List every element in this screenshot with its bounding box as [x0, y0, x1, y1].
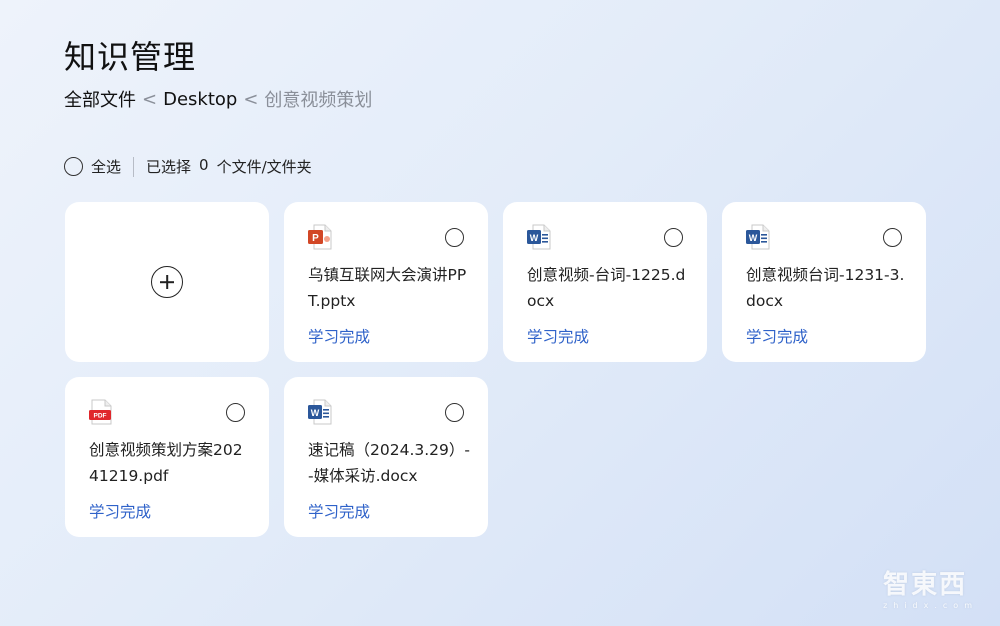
- selected-count-info: 已选择 0 个文件/文件夹: [146, 156, 312, 177]
- ppt-icon: P: [308, 224, 332, 250]
- pdf-icon: PDF: [89, 399, 112, 425]
- selection-bar: 全选 已选择 0 个文件/文件夹: [64, 156, 312, 177]
- divider: [133, 156, 135, 177]
- file-name: 创意视频-台词-1225.docx: [527, 266, 686, 310]
- file-name: 创意视频策划方案20241219.pdf: [89, 441, 243, 485]
- select-all-radio[interactable]: [64, 157, 83, 176]
- file-name: 创意视频台词-1231-3.docx: [746, 266, 905, 310]
- learning-status: 学习完成: [527, 328, 590, 346]
- learning-status: 学习完成: [746, 328, 809, 346]
- file-select-radio[interactable]: [226, 403, 245, 422]
- breadcrumb-separator: <: [243, 88, 259, 110]
- breadcrumb-desktop[interactable]: Desktop: [163, 89, 237, 110]
- file-card[interactable]: P 乌镇互联网大会演讲PPT.pptx 学习完成: [284, 202, 488, 362]
- svg-text:W: W: [749, 233, 758, 243]
- file-select-radio[interactable]: [883, 228, 902, 247]
- svg-text:W: W: [311, 408, 320, 418]
- file-select-radio[interactable]: [445, 228, 464, 247]
- word-icon: W: [308, 399, 332, 425]
- file-card[interactable]: PDF 创意视频策划方案20241219.pdf 学习完成: [65, 377, 269, 537]
- breadcrumb-separator: <: [142, 88, 158, 110]
- svg-text:W: W: [530, 233, 539, 243]
- file-card[interactable]: W 速记稿（2024.3.29）--媒体采访.docx 学习完成: [284, 377, 488, 537]
- word-icon: W: [746, 224, 770, 250]
- select-all-label: 全选: [91, 158, 122, 176]
- breadcrumb-current-folder: 创意视频策划: [264, 90, 373, 111]
- file-select-radio[interactable]: [664, 228, 683, 247]
- plus-circle-icon[interactable]: [151, 266, 183, 298]
- watermark-logo: 智東西 zhidx.com: [883, 564, 978, 610]
- selected-count: 0: [199, 156, 209, 174]
- page-title: 知识管理: [64, 38, 197, 76]
- watermark-domain: zhidx.com: [883, 601, 978, 610]
- selected-suffix: 个文件/文件夹: [216, 158, 312, 176]
- select-all-toggle[interactable]: 全选: [64, 156, 121, 177]
- add-file-card[interactable]: [65, 202, 269, 362]
- watermark-brand: 智東西: [883, 570, 968, 600]
- learning-status: 学习完成: [308, 503, 371, 521]
- learning-status: 学习完成: [308, 328, 371, 346]
- word-icon: W: [527, 224, 551, 250]
- selected-prefix: 已选择: [146, 158, 192, 176]
- file-card[interactable]: W 创意视频-台词-1225.docx 学习完成: [503, 202, 707, 362]
- file-card[interactable]: W 创意视频台词-1231-3.docx 学习完成: [722, 202, 926, 362]
- svg-text:PDF: PDF: [94, 413, 107, 420]
- file-name: 速记稿（2024.3.29）--媒体采访.docx: [308, 441, 470, 485]
- learning-status: 学习完成: [89, 503, 152, 521]
- svg-text:P: P: [312, 233, 319, 244]
- breadcrumb: 全部文件 < Desktop < 创意视频策划: [64, 86, 372, 112]
- file-select-radio[interactable]: [445, 403, 464, 422]
- breadcrumb-all-files[interactable]: 全部文件: [64, 86, 136, 112]
- file-name: 乌镇互联网大会演讲PPT.pptx: [308, 266, 467, 310]
